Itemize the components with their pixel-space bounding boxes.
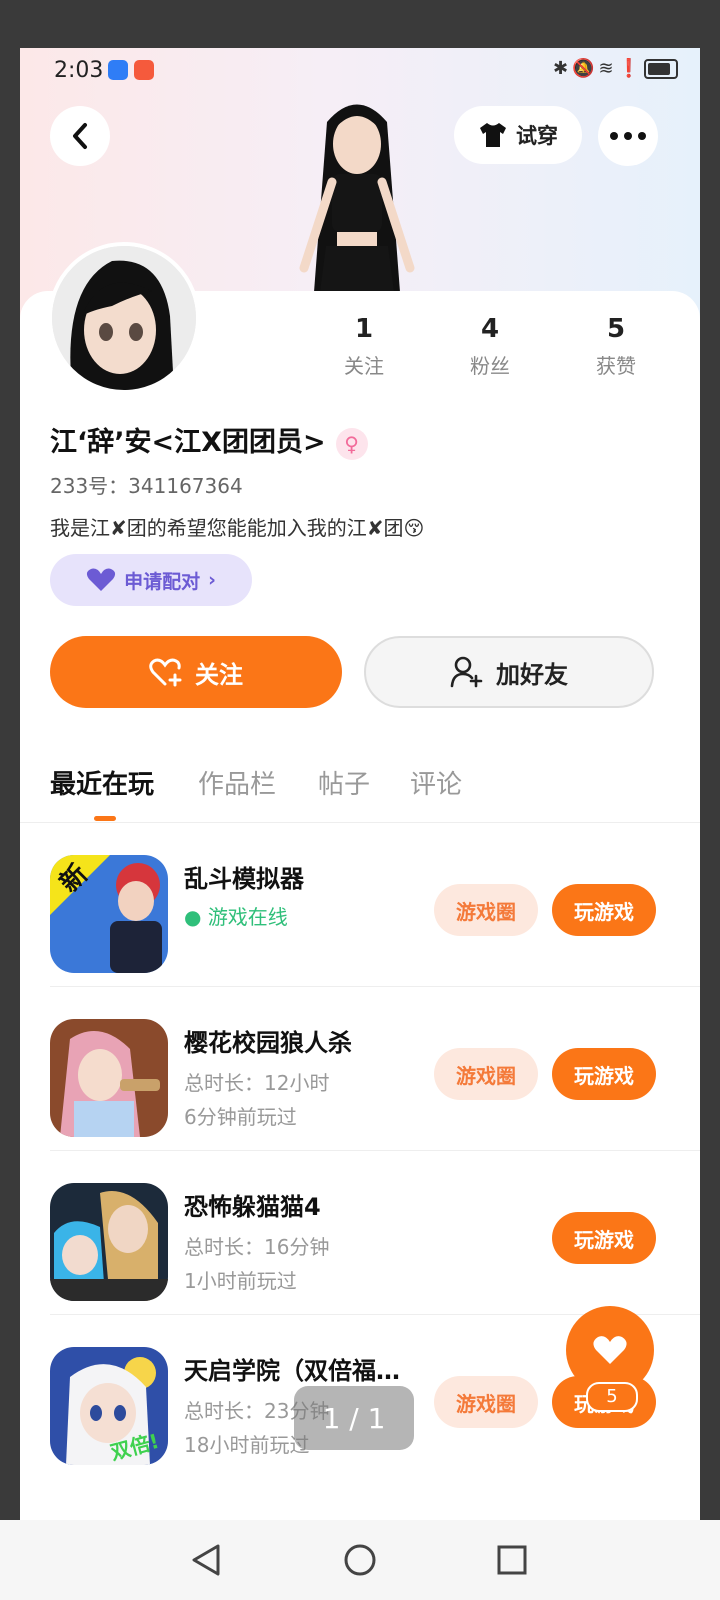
stat-likes[interactable]: 5 获赞 [566,314,666,379]
stat-value: 4 [480,314,500,344]
avatar-portrait [52,246,196,390]
profile-name-text: 江‘辞’安<江X团团员> [50,427,326,458]
try-on-button[interactable]: 试穿 [454,106,582,164]
game-title: 恐怖躲猫猫4 [184,1193,321,1221]
online-status: ● 游戏在线 [184,905,288,929]
game-title: 天启学院（双倍福… [184,1357,400,1385]
tab-works[interactable]: 作品栏 [198,764,276,801]
stat-value: 1 [354,314,374,344]
game-circle-button[interactable]: 游戏圈 [434,884,538,936]
apply-pair-button[interactable]: 申请配对 › [50,554,252,606]
add-friend-button[interactable]: 加好友 [364,636,654,708]
tab-recently-played[interactable]: 最近在玩 [50,764,154,801]
game-icon-art: 新 [50,855,168,973]
stat-fans[interactable]: 4 粉丝 [440,314,540,379]
stat-label: 关注 [344,354,384,378]
profile-name: 江‘辞’安<江X团团员> ♀ [50,420,368,460]
game-icon[interactable]: 新 [50,855,168,973]
game-last-played: 1小时前玩过 [184,1269,297,1293]
list-item[interactable]: 恐怖躲猫猫4 总时长：16分钟 1小时前玩过 玩游戏 [20,1151,700,1315]
status-bar: 2:03 ✱🔕≋❗ [20,48,700,98]
shirt-icon [480,123,506,147]
more-button[interactable] [598,106,658,166]
game-icon-art [50,1019,168,1137]
game-last-played: 18小时前玩过 [184,1433,310,1457]
play-game-button[interactable]: 玩游戏 [552,1212,656,1264]
triangle-back-icon [192,1544,220,1576]
battery-icon [644,59,678,79]
app-notification-icon [134,60,154,80]
tab-comments[interactable]: 评论 [410,764,462,801]
status-time: 2:03 [54,58,104,83]
nav-home-button[interactable] [340,1540,380,1580]
game-icon-art: 双倍! [50,1347,168,1465]
nav-back-button[interactable] [186,1540,226,1580]
wifi-icon: ≋ [598,58,618,79]
mute-icon: 🔕 [572,58,599,79]
play-game-button[interactable]: 玩游戏 [552,1048,656,1100]
square-recents-icon [497,1545,527,1575]
page-indicator: 1 / 1 [294,1386,414,1450]
avatar[interactable] [48,242,200,394]
try-on-label: 试穿 [516,124,558,148]
like-fab-button[interactable] [566,1306,654,1394]
game-circle-button[interactable]: 游戏圈 [434,1376,538,1428]
profile-uid: 233号：341167364 [50,474,243,498]
stat-label: 获赞 [596,354,636,378]
game-title: 樱花校园狼人杀 [184,1029,352,1057]
stat-value: 5 [606,314,626,344]
game-circle-button[interactable]: 游戏圈 [434,1048,538,1100]
shield-app-icon [108,60,128,80]
apply-pair-label: 申请配对 [124,570,201,593]
game-last-played: 6分钟前玩过 [184,1105,297,1129]
more-dots-icon [610,132,646,140]
active-tab-indicator [94,816,116,821]
tab-posts[interactable]: 帖子 [318,764,370,801]
user-plus-icon [450,656,483,688]
profile-tabs: 最近在玩 作品栏 帖子 评论 [20,760,700,823]
system-navigation-bar [0,1520,720,1600]
list-item[interactable]: 新 乱斗模拟器 ● 游戏在线 游戏圈 玩游戏 [20,823,700,987]
add-friend-label: 加好友 [496,660,568,689]
play-game-button[interactable]: 玩游戏 [552,884,656,936]
heart-icon [86,568,116,591]
back-button[interactable] [50,106,110,166]
online-status-text: 游戏在线 [207,905,288,929]
game-title: 乱斗模拟器 [184,865,304,893]
chevron-right-icon: › [208,569,216,591]
app-screen: 2:03 ✱🔕≋❗ 试穿 1 关注 4 粉丝 5 获赞 江‘辞’安<江X团团员>… [20,48,700,1520]
chevron-left-icon [73,123,87,149]
game-duration: 总时长：12小时 [184,1071,330,1095]
game-duration: 总时长：16分钟 [184,1235,330,1259]
stat-label: 粉丝 [470,354,510,378]
stat-following[interactable]: 1 关注 [314,314,414,379]
heart-plus-icon [149,658,182,687]
profile-bio: 我是江✘团的希望您能能加入我的江✘团😚 [50,516,425,540]
follow-label: 关注 [195,660,243,689]
like-count-badge: 5 [586,1382,638,1412]
nav-recents-button[interactable] [492,1540,532,1580]
female-icon: ♀ [335,427,368,460]
list-item[interactable]: 樱花校园狼人杀 总时长：12小时 6分钟前玩过 游戏圈 玩游戏 [20,987,700,1151]
bluetooth-icon: ✱ [552,58,573,79]
alert-icon: ❗ [617,58,644,79]
game-icon-art [50,1183,168,1301]
follow-button[interactable]: 关注 [50,636,342,708]
heart-icon [593,1336,627,1364]
circle-home-icon [344,1544,376,1576]
game-icon[interactable] [50,1183,168,1301]
game-icon[interactable]: 双倍! [50,1347,168,1465]
status-icons: ✱🔕≋❗ [553,58,678,79]
game-icon[interactable] [50,1019,168,1137]
